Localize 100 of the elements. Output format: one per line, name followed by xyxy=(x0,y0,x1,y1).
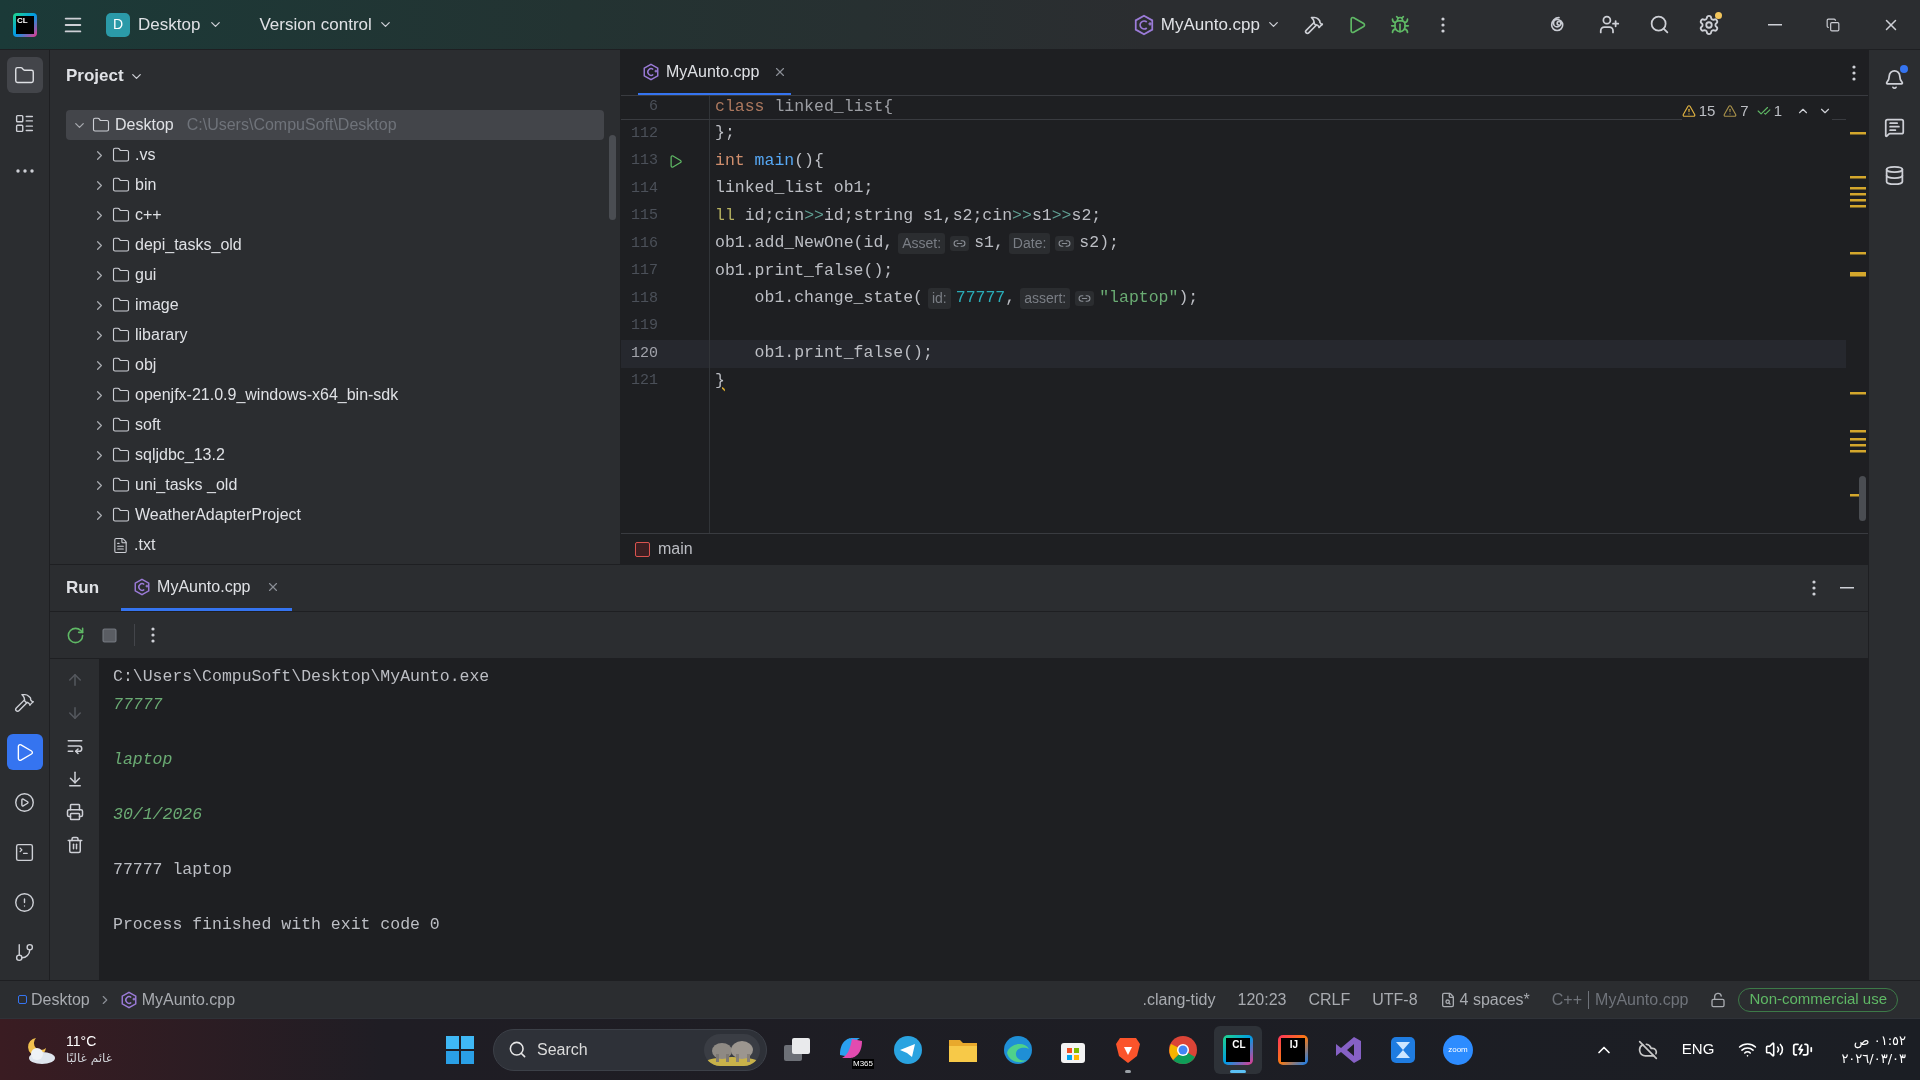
list-icon xyxy=(14,112,35,134)
panel-title[interactable]: Project xyxy=(66,63,144,89)
tree-item[interactable]: openjfx-21.0.9_windows-x64_bin-sdk xyxy=(66,380,604,410)
status-item[interactable]: UTF-8 xyxy=(1372,987,1418,1012)
tree-item[interactable]: soft xyxy=(66,410,604,440)
folder-icon xyxy=(112,176,130,194)
tree-item[interactable]: sqljdbc_13.2 xyxy=(66,440,604,470)
project-avatar: D xyxy=(106,12,130,37)
more-icon[interactable] xyxy=(1441,16,1445,33)
user-input-text: laptop xyxy=(113,748,173,771)
code-text: } xyxy=(715,369,725,392)
branch-icon xyxy=(14,941,35,963)
code-text: s2); xyxy=(1079,232,1119,255)
code-text: }; xyxy=(715,122,735,145)
tree-item[interactable]: depi_tasks_old xyxy=(66,230,604,260)
clock[interactable]: ٠١:٥٢ ص ٢٠٢٦/٠٣/٠٣ xyxy=(1841,1031,1906,1068)
taskbar-button[interactable]: CL xyxy=(1214,1025,1262,1074)
item-name: .txt xyxy=(134,535,156,555)
tool-window-button[interactable] xyxy=(6,57,43,93)
weak-warning-icon xyxy=(1723,104,1738,119)
breadcrumb[interactable]: main xyxy=(658,537,693,561)
cpp-file-icon xyxy=(1132,13,1155,36)
status-item[interactable]: .clang-tidy xyxy=(1142,987,1216,1012)
status-item[interactable]: 4 spaces* xyxy=(1439,987,1530,1012)
app-badge: M365 xyxy=(852,1058,874,1069)
parameter-hint: Asset: xyxy=(898,233,946,255)
breadcrumb[interactable]: MyAunto.cpp xyxy=(141,987,236,1012)
tree-item[interactable]: obj xyxy=(66,350,604,380)
text-file-icon xyxy=(112,536,129,554)
folder-icon xyxy=(112,326,130,344)
round-logo-icon xyxy=(1168,1034,1198,1065)
console-line: Process finished with exit code 0 xyxy=(113,913,440,936)
ribbon-logo-icon xyxy=(1333,1034,1363,1065)
bug-icon xyxy=(1390,14,1410,35)
panel-title: Run xyxy=(66,577,100,600)
folder-icon xyxy=(14,64,35,86)
paper-plane-icon xyxy=(893,1034,923,1065)
typo-count: 1 xyxy=(1773,101,1782,121)
trash-icon xyxy=(65,836,84,854)
tree-item[interactable]: WeatherAdapterProject xyxy=(66,500,604,530)
code-text: ob1.add_NewOne(id, xyxy=(715,232,894,255)
parameter-hint: Date: xyxy=(1008,233,1051,255)
tree-item[interactable]: libarary xyxy=(66,320,604,350)
item-name: c++ xyxy=(135,205,162,225)
folder-icon xyxy=(112,266,130,284)
breadcrumb[interactable]: Desktop xyxy=(31,987,90,1012)
item-name: obj xyxy=(135,355,157,375)
tree-item[interactable]: c++ xyxy=(66,200,604,230)
stop-icon[interactable] xyxy=(101,626,118,644)
tree-item[interactable]: uni_tasks _old xyxy=(66,470,604,500)
folder-icon xyxy=(112,446,130,464)
search-icon xyxy=(1648,14,1670,35)
cloud-off-icon[interactable] xyxy=(1637,1039,1658,1060)
editor-tab[interactable]: MyAunto.cpp xyxy=(638,50,792,95)
project-widget[interactable]: D Desktop xyxy=(104,7,226,42)
tool-window-button[interactable] xyxy=(6,734,43,770)
restore-icon xyxy=(1826,17,1840,32)
wifi-icon[interactable] xyxy=(1738,1040,1758,1059)
code-text: s1, xyxy=(974,232,1004,255)
item-name: bin xyxy=(135,175,157,195)
minimize-icon xyxy=(1768,23,1782,26)
folder-icon xyxy=(112,296,130,314)
search-bar[interactable]: Search xyxy=(493,1028,767,1071)
tree-item[interactable]: .txt xyxy=(66,530,604,560)
wrap-icon xyxy=(65,737,84,755)
code-text: linked_list ob1; xyxy=(715,177,874,200)
status-item[interactable]: CRLF xyxy=(1308,987,1351,1012)
more-icon[interactable] xyxy=(1812,580,1816,596)
task-view-icon xyxy=(784,1036,812,1063)
file-search-icon xyxy=(1439,991,1456,1008)
taskbar-button[interactable]: M365 xyxy=(829,1025,877,1074)
item-name: Desktop xyxy=(115,115,174,135)
scrollbar-thumb[interactable] xyxy=(609,135,616,220)
rerun-icon[interactable] xyxy=(66,625,85,645)
tree-item[interactable]: image xyxy=(66,290,604,320)
search-field[interactable]: Search xyxy=(537,1037,694,1062)
weather-temperature: 11°C xyxy=(66,1032,98,1050)
minimize-icon xyxy=(1840,587,1854,589)
unlock-icon[interactable] xyxy=(1710,991,1727,1008)
run-gutter-icon[interactable] xyxy=(667,153,683,169)
run-config-widget[interactable]: MyAunto.cpp xyxy=(1132,7,1281,42)
item-name: uni_tasks _old xyxy=(135,475,238,495)
run-tab[interactable]: MyAunto.cpp xyxy=(121,565,293,611)
status-item[interactable]: 120:23 xyxy=(1237,987,1287,1012)
more-icon[interactable] xyxy=(151,627,155,643)
printer-icon xyxy=(65,803,84,821)
database-icon xyxy=(1884,164,1905,186)
input-language[interactable]: ENG xyxy=(1681,1038,1715,1061)
taskbar-button[interactable]: IJ xyxy=(1269,1025,1317,1074)
code-text: ob1.print_false(); xyxy=(715,259,894,282)
tree-item[interactable]: .vs xyxy=(66,140,604,170)
tree-item[interactable]: gui xyxy=(66,260,604,290)
tree-item[interactable]: bin xyxy=(66,170,604,200)
more-icon[interactable] xyxy=(1852,64,1856,81)
module-icon xyxy=(18,995,27,1004)
running-indicator xyxy=(1230,1069,1246,1073)
vcs-widget[interactable]: Version control xyxy=(259,7,393,42)
console-line: C:\Users\CompuSoft\Desktop\MyAunto.exe xyxy=(113,666,490,688)
volume-icon[interactable] xyxy=(1765,1040,1785,1059)
scrollbar-thumb[interactable] xyxy=(1859,476,1866,521)
